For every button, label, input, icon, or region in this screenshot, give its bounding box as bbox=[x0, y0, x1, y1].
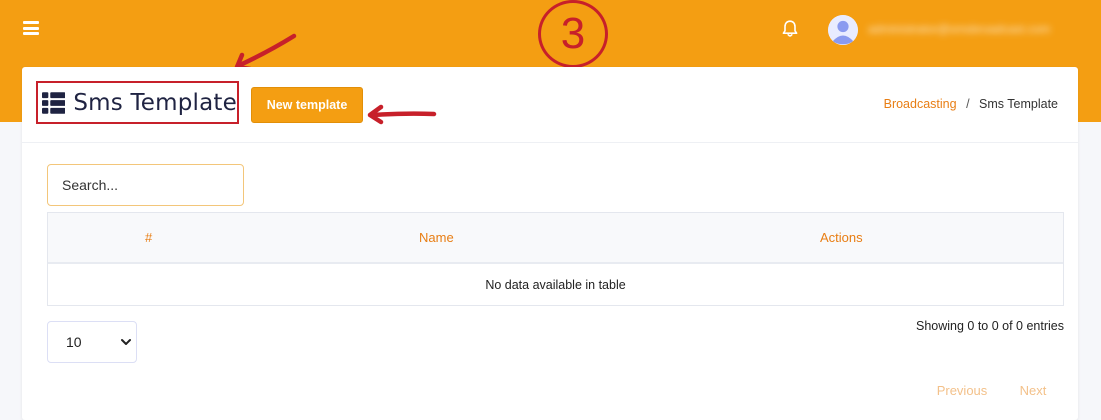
templates-table: # Name Actions No data available in tabl… bbox=[47, 212, 1064, 306]
breadcrumb-broadcasting-link[interactable]: Broadcasting bbox=[884, 97, 957, 111]
bell-icon[interactable] bbox=[780, 19, 800, 39]
content-card: Sms Template New template Broadcasting /… bbox=[22, 67, 1078, 420]
column-header-name[interactable]: Name bbox=[419, 230, 454, 245]
card-header: Sms Template New template Broadcasting /… bbox=[22, 67, 1078, 143]
annotation-arrow-to-new-button bbox=[367, 104, 437, 125]
hamburger-menu-icon[interactable] bbox=[23, 21, 39, 35]
column-header-number[interactable]: # bbox=[145, 230, 152, 245]
user-avatar-icon[interactable] bbox=[828, 15, 858, 45]
page-title: Sms Template bbox=[73, 89, 237, 116]
page-title-highlight: Sms Template bbox=[36, 81, 239, 124]
pagination-previous-button[interactable]: Previous bbox=[924, 374, 1000, 406]
breadcrumb-separator: / bbox=[966, 97, 970, 111]
step-number: 3 bbox=[560, 9, 586, 58]
page-length-select[interactable]: 10 bbox=[47, 321, 137, 363]
table-info-text: Showing 0 to 0 of 0 entries bbox=[915, 319, 1064, 333]
table-list-icon bbox=[42, 91, 66, 114]
breadcrumb: Broadcasting / Sms Template bbox=[884, 97, 1058, 111]
table-empty-row: No data available in table bbox=[485, 278, 626, 292]
breadcrumb-current: Sms Template bbox=[979, 97, 1058, 111]
step-number-annotation: 3 bbox=[538, 0, 608, 68]
new-template-button[interactable]: New template bbox=[251, 87, 363, 123]
search-input[interactable] bbox=[47, 164, 244, 206]
pagination-next-button[interactable]: Next bbox=[1009, 374, 1057, 406]
table-header-row: # Name Actions bbox=[48, 213, 1063, 264]
column-header-actions[interactable]: Actions bbox=[820, 230, 863, 245]
user-name-blurred[interactable]: administrator@smsbroadcast.com bbox=[868, 22, 1088, 38]
